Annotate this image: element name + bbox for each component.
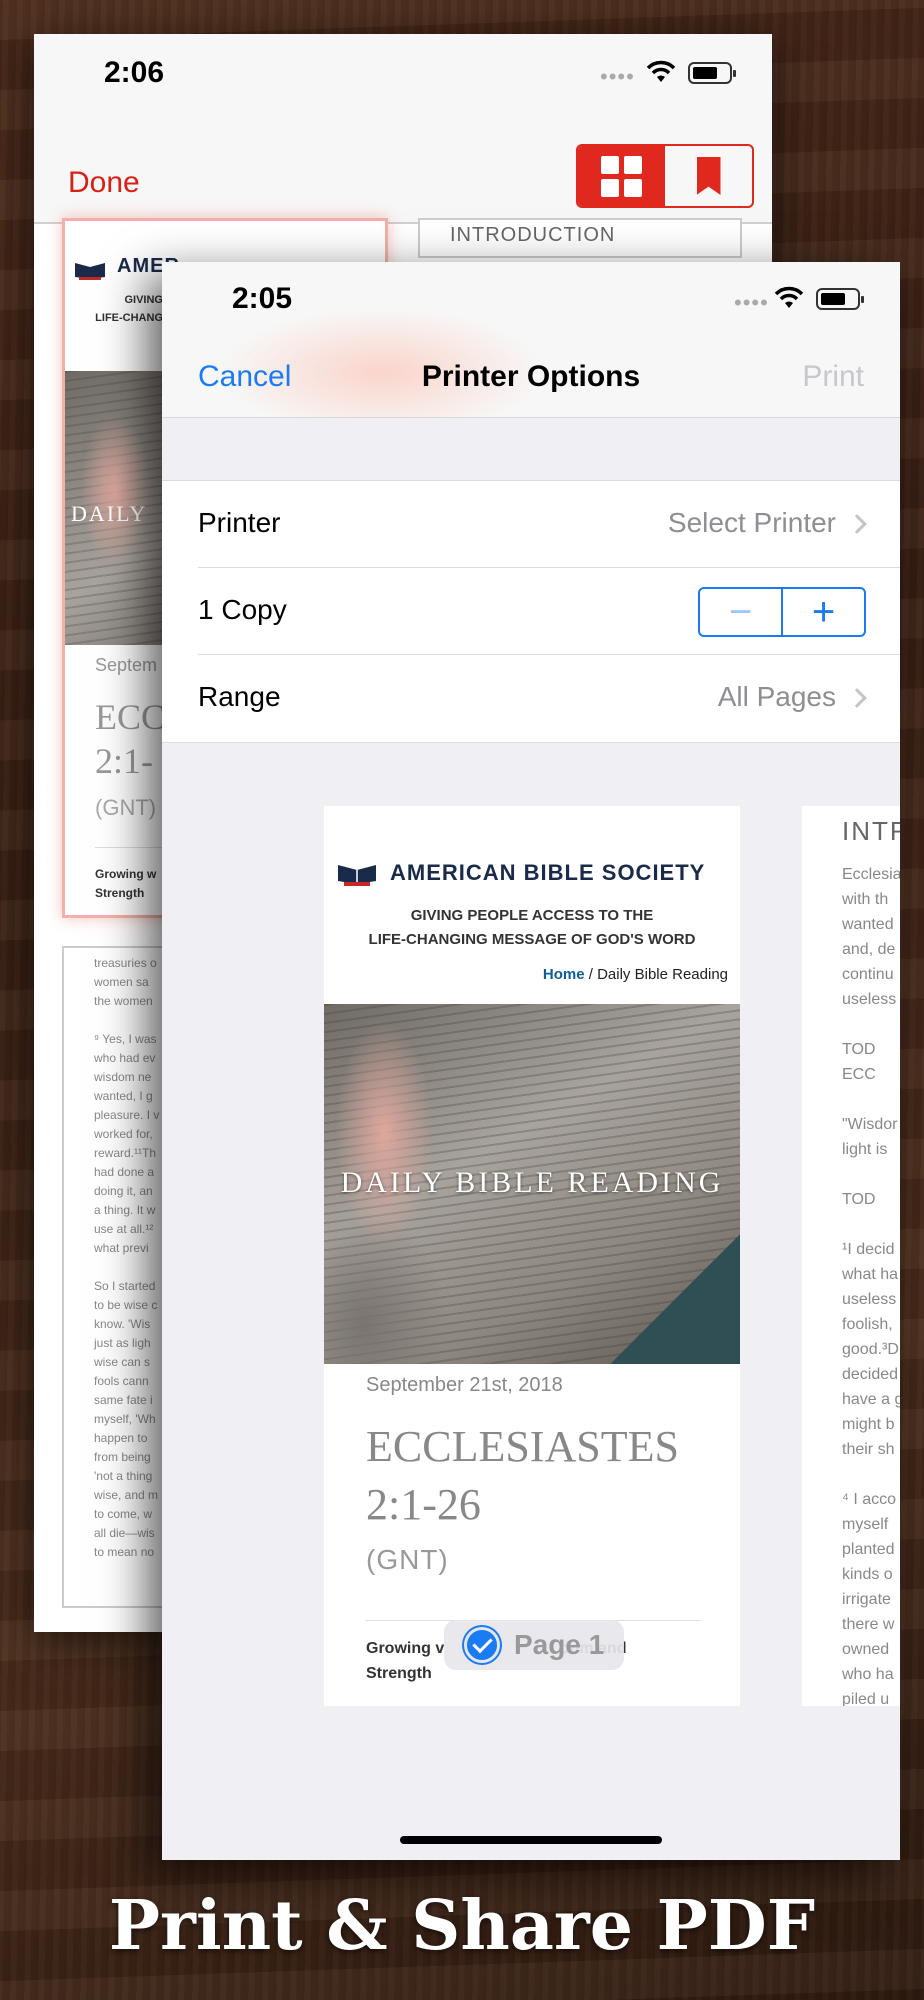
- range-value: All Pages: [717, 681, 836, 712]
- chevron-right-icon: [847, 688, 867, 708]
- bookmark-icon: [696, 157, 721, 195]
- wifi-icon: [646, 60, 676, 82]
- view-segment-control[interactable]: [576, 144, 754, 208]
- done-button[interactable]: Done: [68, 166, 140, 200]
- range-row[interactable]: Range All Pages: [198, 655, 900, 742]
- hero-image: DAILY BIBLE READING: [324, 1004, 740, 1364]
- bible-logo-icon: [338, 865, 376, 886]
- copies-row: 1 Copy − +: [198, 568, 900, 655]
- printer-options-header: 2:05 •••• Printer Options Cancel Print: [162, 262, 900, 418]
- copies-label: 1 Copy: [198, 594, 287, 625]
- hero-text: DAILY BIBLE READING: [340, 1166, 724, 1199]
- printer-label: Printer: [198, 507, 281, 538]
- printer-options-screen: 2:05 •••• Printer Options Cancel Print P…: [162, 262, 900, 1860]
- thumb-growing: Growing w Strength: [95, 867, 157, 900]
- brand-tagline: GIVING PEOPLE ACCESS TO THE LIFE-CHANGIN…: [368, 907, 696, 948]
- signal-icon: ••••: [600, 64, 635, 89]
- article-title: ECCLESIASTES 2:1-26: [366, 1422, 679, 1529]
- battery-icon: [816, 288, 864, 310]
- checkmark-icon[interactable]: [464, 1627, 500, 1663]
- home-indicator[interactable]: [400, 1836, 662, 1844]
- thumb-intro-heading: INTRODUCTION: [450, 224, 616, 246]
- printer-settings-table: Printer Select Printer 1 Copy − + Range …: [162, 480, 900, 743]
- status-time: 2:05: [232, 282, 293, 315]
- breadcrumb-separator: /: [584, 966, 598, 983]
- brand-name: AMERICAN BIBLE SOCIETY: [390, 860, 706, 885]
- printer-row[interactable]: Printer Select Printer: [198, 481, 900, 568]
- back-nav-bar: Done: [34, 114, 772, 224]
- thumb-translation: (GNT): [95, 795, 157, 820]
- page-thumbnail-2[interactable]: INTRODUCTION: [418, 218, 742, 258]
- printer-value: Select Printer: [667, 507, 836, 538]
- thumb-hero-text: DAILY: [71, 501, 148, 526]
- promo-caption: Print & Share PDF: [108, 1886, 816, 1966]
- thumb-date: Septem: [95, 655, 158, 675]
- bible-logo-icon: [75, 263, 105, 280]
- status-bar: 2:06 ••••: [34, 34, 772, 114]
- signal-icon: ••••: [734, 290, 769, 315]
- page-preview-2[interactable]: INTR Ecclesia with th wanted and, de con…: [802, 806, 900, 1706]
- cancel-button[interactable]: Cancel: [198, 360, 291, 394]
- thumb-title: ECC 2:1-: [95, 697, 166, 781]
- breadcrumb-current: Daily Bible Reading: [597, 966, 728, 983]
- grid-view-button[interactable]: [578, 146, 665, 206]
- article-translation: (GNT): [366, 1544, 449, 1575]
- copies-stepper[interactable]: − +: [698, 587, 866, 637]
- chevron-right-icon: [847, 514, 867, 534]
- battery-icon: [688, 62, 736, 84]
- page2-body-text: Ecclesia with th wanted and, de continu …: [842, 866, 900, 1706]
- page-preview-1[interactable]: AMERICAN BIBLE SOCIETY GIVING PEOPLE ACC…: [324, 806, 740, 1706]
- page2-heading: INTR: [842, 816, 900, 846]
- status-time: 2:06: [104, 56, 165, 89]
- hero-corner: [610, 1234, 740, 1364]
- article-date: September 21st, 2018: [366, 1374, 563, 1396]
- range-label: Range: [198, 681, 281, 712]
- page-label: Page 1: [514, 1629, 605, 1660]
- increment-button[interactable]: +: [783, 589, 864, 635]
- breadcrumb-home-link[interactable]: Home: [543, 966, 585, 983]
- bookmark-button[interactable]: [665, 146, 752, 206]
- wifi-icon: [774, 286, 804, 308]
- grid-icon: [601, 155, 642, 197]
- breadcrumb: Home / Daily Bible Reading: [543, 966, 728, 983]
- page-selector[interactable]: Page 1: [444, 1620, 624, 1670]
- decrement-button[interactable]: −: [700, 589, 783, 635]
- print-button[interactable]: Print: [802, 360, 864, 394]
- thumb-tagline: GIVING LIFE-CHANG: [95, 294, 163, 324]
